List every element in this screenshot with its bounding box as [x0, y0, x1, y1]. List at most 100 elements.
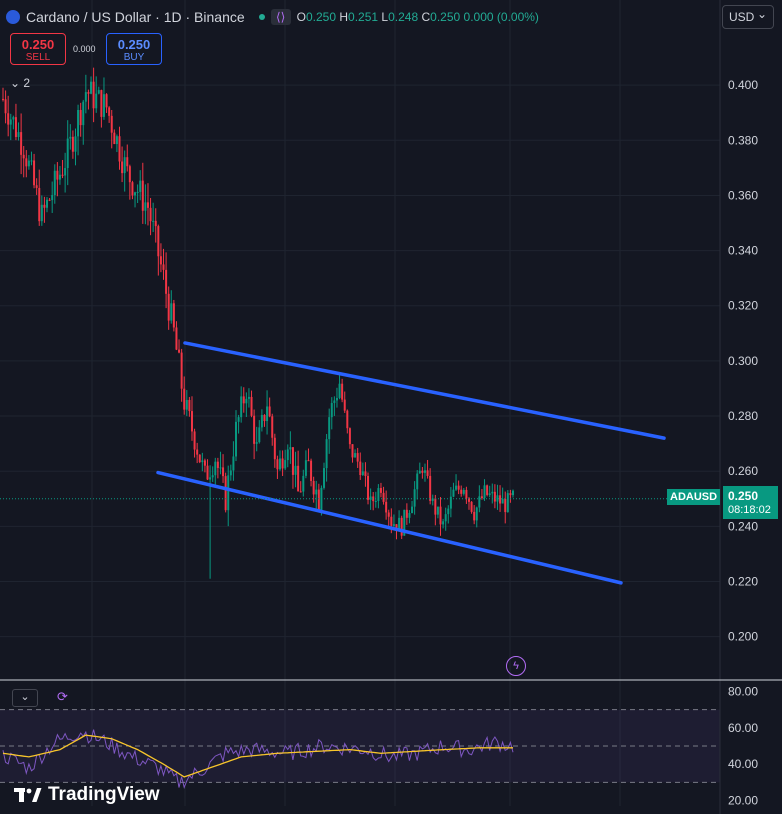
indicators-count: 2 [23, 76, 31, 90]
candle [323, 462, 326, 490]
candle [400, 515, 403, 540]
rsi-tick-label: 60.00 [728, 721, 758, 735]
candle [74, 128, 77, 166]
candle [113, 129, 116, 145]
candle [170, 290, 173, 324]
candle [387, 509, 390, 528]
candle [367, 472, 370, 505]
candle [351, 444, 354, 463]
indicators-toggle[interactable]: ⌄ 2 [10, 76, 30, 90]
candle [473, 505, 476, 525]
candle [271, 413, 274, 446]
candle [22, 146, 25, 178]
candle [359, 452, 362, 480]
candle [281, 450, 284, 477]
candle [12, 115, 15, 130]
candle [457, 480, 460, 495]
candle [180, 348, 183, 402]
candle [491, 483, 494, 504]
candle [126, 144, 129, 172]
candle [483, 479, 486, 501]
candle [77, 104, 80, 156]
candle [17, 122, 20, 141]
candle [178, 339, 181, 354]
market-open-icon [258, 14, 265, 20]
candle [253, 409, 256, 460]
candle [4, 90, 7, 124]
candle [115, 134, 118, 153]
candle [504, 491, 507, 524]
rsi-loading-icon[interactable]: ⟳ [57, 689, 73, 705]
candle [439, 497, 442, 536]
price-tick-label: 0.340 [728, 244, 758, 258]
rsi-collapse-button[interactable]: ⌄ [12, 689, 38, 707]
candle [506, 490, 509, 513]
candle [242, 387, 245, 413]
lightning-icon[interactable]: ϟ [506, 656, 526, 676]
candle [377, 484, 380, 509]
candle [188, 397, 191, 417]
candle [216, 457, 219, 479]
candle [58, 166, 61, 185]
tradingview-logo[interactable]: TradingView [14, 784, 160, 806]
candle [325, 433, 328, 482]
share-icon[interactable]: ⟨⟩ [270, 9, 291, 25]
candle [196, 442, 199, 464]
candle [343, 391, 346, 413]
candle [398, 510, 401, 531]
candle [92, 67, 95, 123]
candle [447, 505, 450, 524]
candle [364, 462, 367, 487]
symbol-title[interactable]: Cardano / US Dollar · 1D · Binance [26, 9, 245, 25]
candle [250, 390, 253, 418]
candle [374, 491, 377, 508]
candle [460, 485, 463, 497]
candle [222, 454, 225, 483]
chart-canvas[interactable]: 20.00 40.00 60.00 80.00 0.200 0.220 0.240 0.26… [0, 0, 782, 814]
candle [154, 208, 157, 243]
candle [512, 489, 514, 498]
candle [40, 195, 43, 226]
candlestick-series [2, 67, 514, 579]
candle [361, 462, 364, 476]
price-tick-label: 0.220 [728, 574, 758, 588]
sell-button[interactable]: 0.250 SELL [10, 33, 66, 65]
currency-select[interactable]: USD [722, 5, 774, 29]
candle [263, 414, 266, 427]
candle [43, 196, 46, 223]
grid-lines [0, 0, 720, 806]
candle [304, 450, 307, 479]
candle [299, 481, 302, 493]
candle [14, 103, 17, 141]
upper-channel-line [183, 341, 666, 440]
price-tick-label: 0.360 [728, 188, 758, 202]
candle [372, 492, 375, 511]
candle [118, 126, 121, 170]
candle [227, 465, 230, 527]
candle [346, 409, 349, 434]
candle [408, 510, 411, 524]
candle [224, 472, 227, 513]
candle [48, 197, 51, 202]
candle [499, 485, 502, 512]
candle [307, 448, 310, 462]
buy-button[interactable]: 0.250 BUY [106, 33, 162, 65]
candle [426, 459, 429, 479]
price-tick-label: 0.260 [728, 464, 758, 478]
candle [232, 441, 235, 481]
candle [286, 444, 289, 468]
ohlc-readout: O0.250 H0.251 L0.248 C0.250 0.000 (0.00%… [296, 10, 539, 24]
rsi-tick-label: 20.00 [728, 794, 758, 808]
candle [294, 451, 297, 488]
price-tick-label: 0.200 [728, 630, 758, 644]
candle [475, 506, 478, 528]
candle [416, 470, 419, 500]
candle [486, 484, 489, 497]
spread-value: 0.000 [73, 44, 96, 54]
chart-header: Cardano / US Dollar · 1D · Binance ⟨⟩ O0… [6, 8, 539, 26]
candle [431, 494, 434, 506]
candle [455, 474, 458, 491]
candle [421, 466, 424, 479]
candle [56, 162, 59, 197]
candle [30, 151, 33, 166]
